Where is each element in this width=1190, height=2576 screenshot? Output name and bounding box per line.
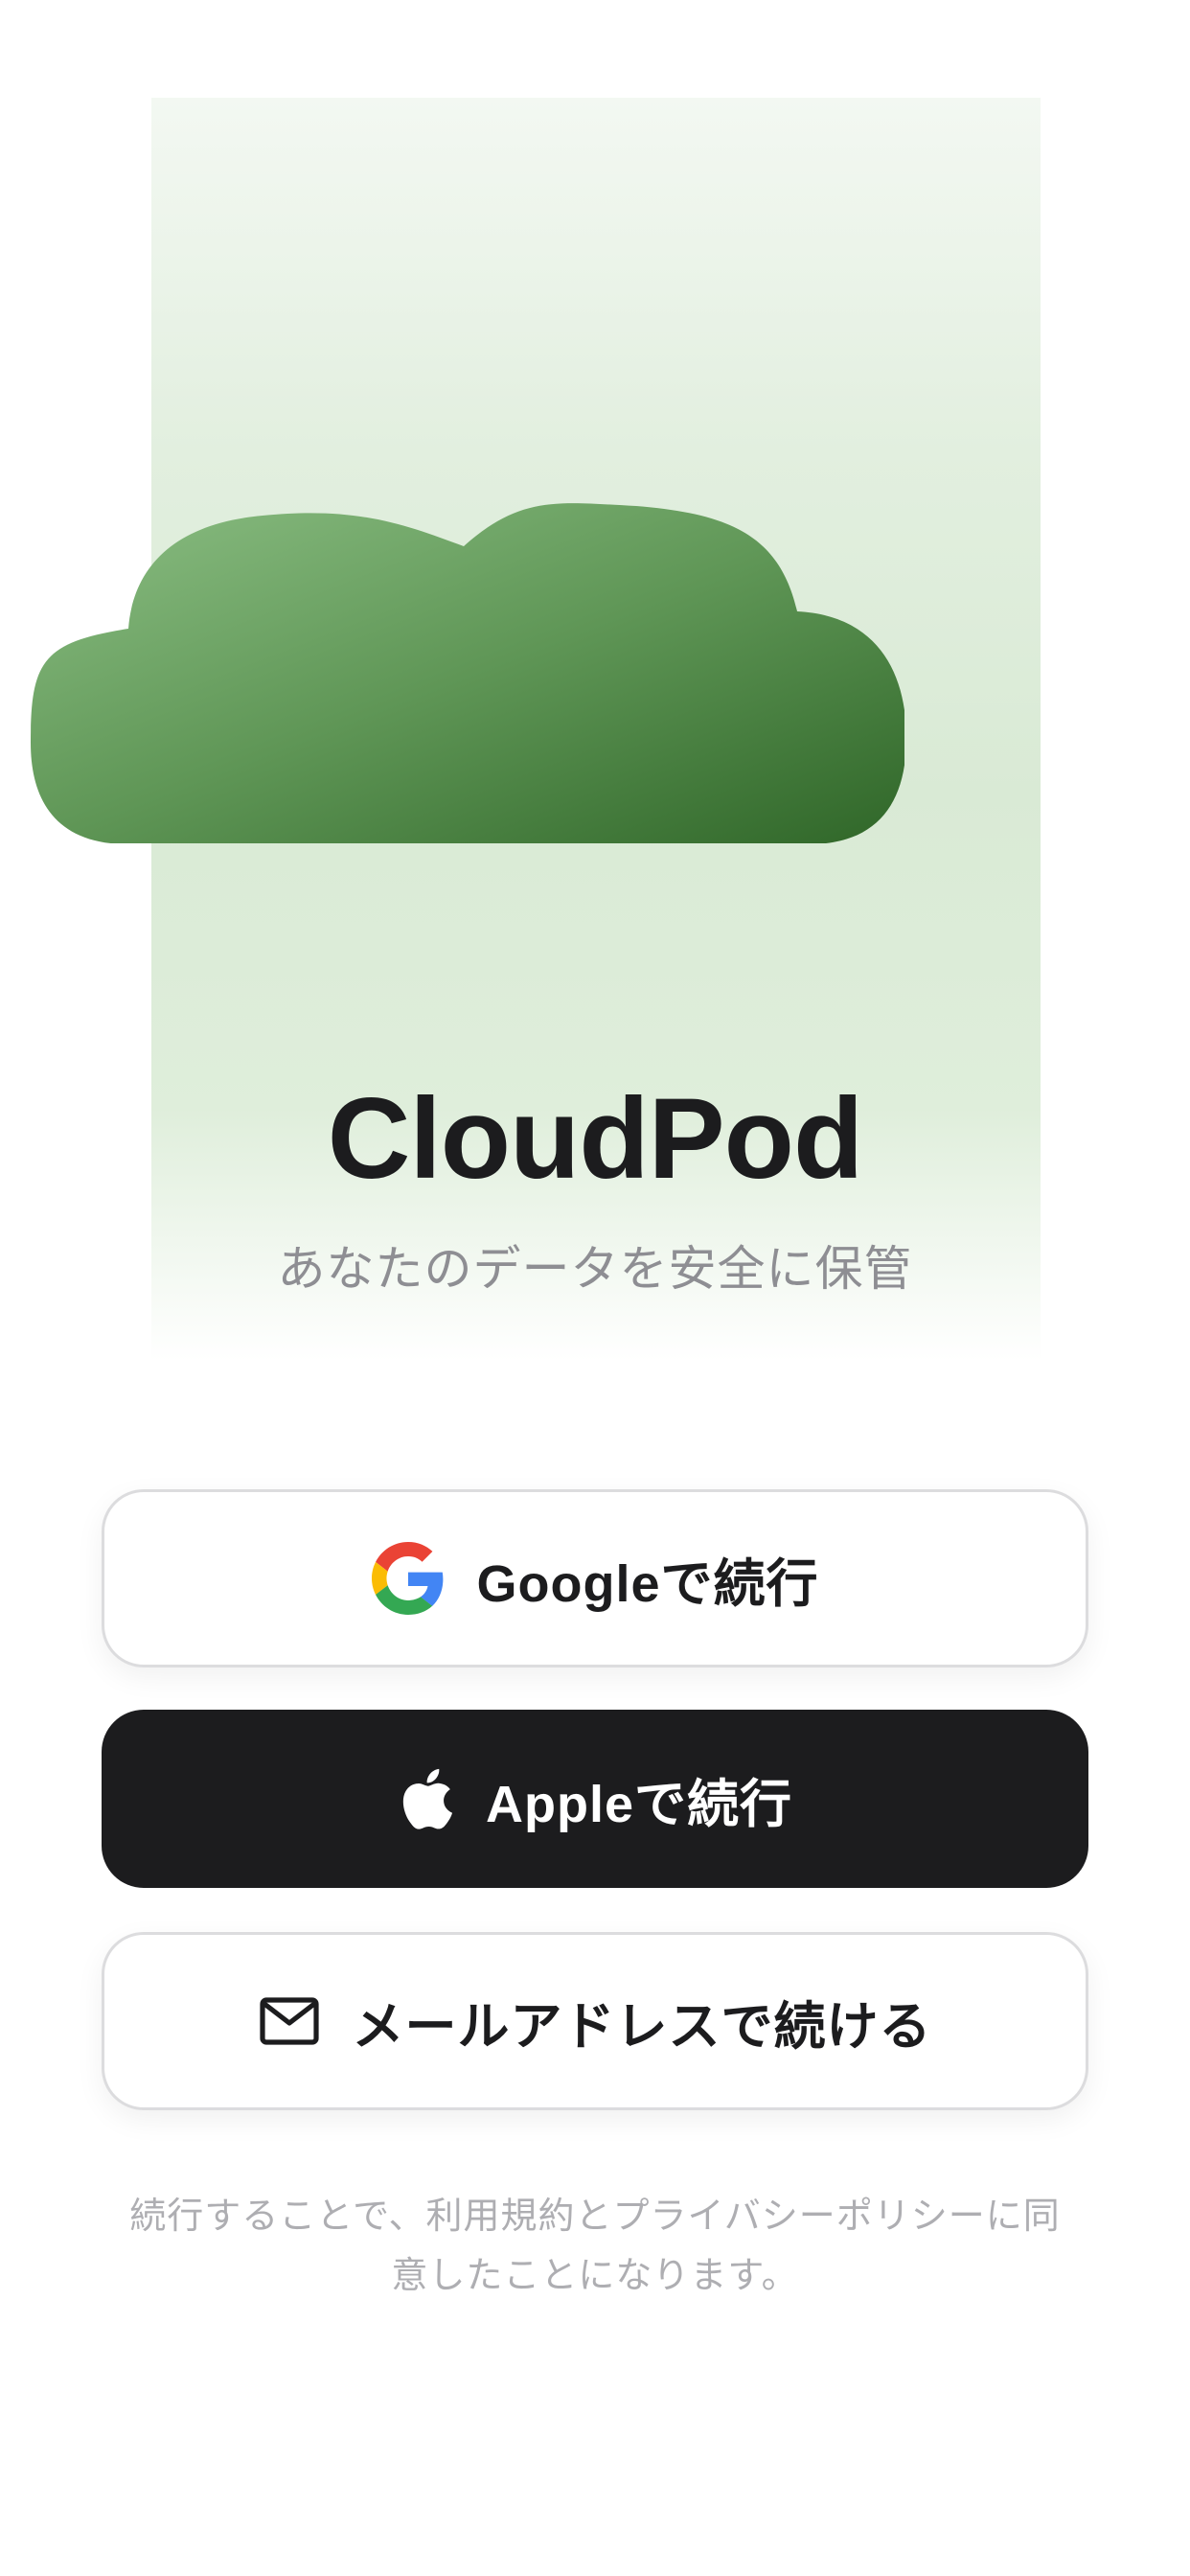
google-g-icon <box>371 1542 445 1615</box>
apple-logo-icon <box>398 1765 453 1832</box>
email-button-label: メールアドレスで続ける <box>352 1997 932 2056</box>
google-button-label: Googleで続行 <box>476 1554 819 1613</box>
sign-in-screen: CloudPod あなたのデータを安全に保管 Googleで続行 Appleで続… <box>0 0 1190 2576</box>
continue-with-email-button[interactable]: メールアドレスで続ける <box>102 1932 1088 2110</box>
apple-button-label: Appleで続行 <box>485 1775 792 1833</box>
envelope-icon <box>259 1996 320 2046</box>
continue-with-google-button[interactable]: Googleで続行 <box>102 1489 1088 1668</box>
continue-with-apple-button[interactable]: Appleで続行 <box>102 1710 1088 1888</box>
terms-notice: 続行することで、利用規約とプライバシーポリシーに同意したことになります。 <box>129 2196 1061 2296</box>
cloud-illustration <box>31 503 904 843</box>
app-tagline: あなたのデータを安全に保管 <box>277 1242 913 1296</box>
app-title: CloudPod <box>327 1074 864 1203</box>
